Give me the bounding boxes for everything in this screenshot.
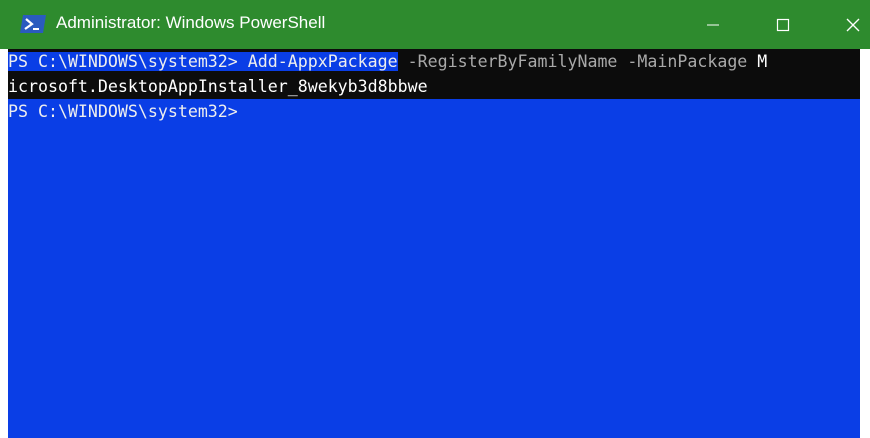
- wrapped-char: M: [757, 52, 768, 71]
- close-icon: [846, 18, 860, 31]
- window-title: Administrator: Windows PowerShell: [56, 13, 326, 32]
- parameters-text: -RegisterByFamilyName -MainPackage: [397, 52, 758, 71]
- close-button[interactable]: [830, 0, 870, 49]
- minimize-button[interactable]: [690, 0, 736, 49]
- window-right-edge: [860, 49, 870, 438]
- powershell-icon: [20, 15, 46, 33]
- console-line-3: PS C:\WINDOWS\system32>: [8, 102, 238, 121]
- console-line-2: icrosoft.DesktopAppInstaller_8wekyb3d8bb…: [8, 77, 428, 96]
- powershell-window: Administrator: Windows PowerShell PS C:\…: [0, 0, 870, 438]
- maximize-button[interactable]: [760, 0, 806, 49]
- title-bar[interactable]: Administrator: Windows PowerShell: [0, 0, 870, 49]
- minimize-icon: [707, 24, 719, 25]
- prompt-text: PS C:\WINDOWS\system32>: [8, 52, 248, 71]
- console-line-1: PS C:\WINDOWS\system32> Add-AppxPackage …: [8, 50, 767, 74]
- maximize-icon: [776, 18, 790, 31]
- command-text: Add-AppxPackage: [247, 52, 398, 71]
- console-area[interactable]: PS C:\WINDOWS\system32> Add-AppxPackage …: [8, 49, 860, 438]
